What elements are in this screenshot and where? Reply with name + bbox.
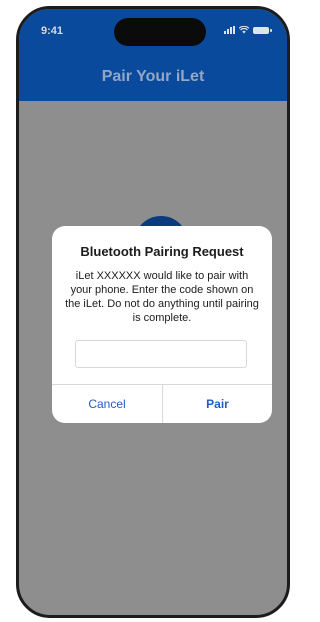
app-header: 9:41 Pair Your iLet: [19, 9, 287, 101]
signal-icon: [224, 26, 235, 34]
cancel-button[interactable]: Cancel: [52, 385, 162, 423]
pairing-dialog: Bluetooth Pairing Request iLet XXXXXX wo…: [52, 226, 272, 423]
dynamic-island: [114, 18, 206, 46]
pair-button[interactable]: Pair: [163, 385, 272, 423]
phone-frame: 9:41 Pair Your iLet Bluetooth Pairing Re…: [16, 6, 290, 618]
battery-icon: [253, 26, 272, 34]
status-time: 9:41: [41, 25, 64, 37]
dialog-title: Bluetooth Pairing Request: [80, 244, 244, 259]
pairing-code-input[interactable]: [75, 340, 247, 368]
wifi-icon: [239, 26, 249, 34]
status-icons: [224, 26, 272, 34]
page-title: Pair Your iLet: [101, 68, 205, 85]
dialog-message: iLet XXXXXX would like to pair with your…: [65, 270, 259, 324]
